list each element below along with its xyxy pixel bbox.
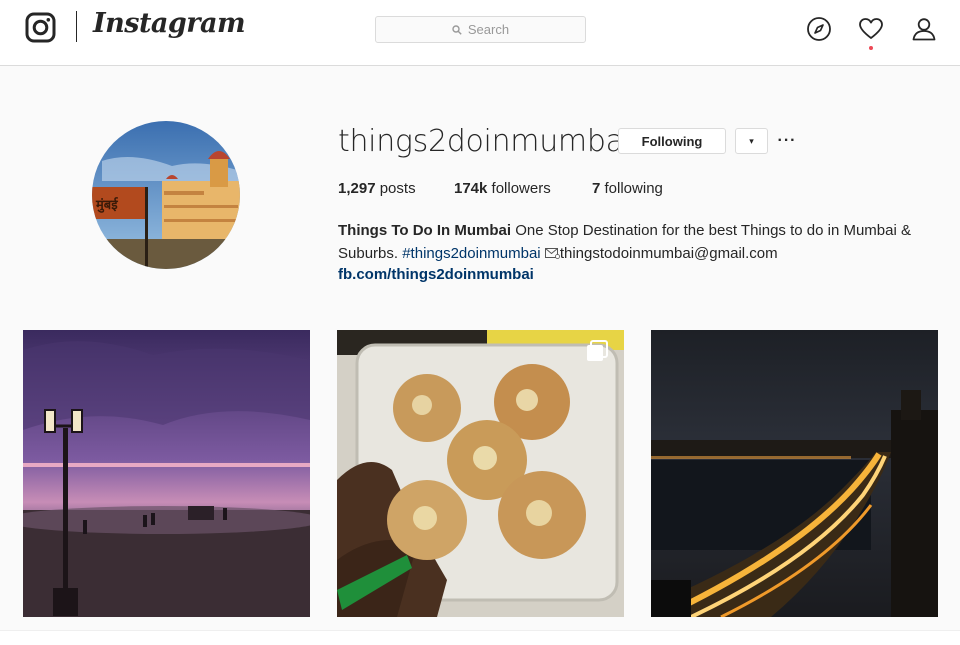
marine-drive-night-post[interactable]	[651, 330, 938, 617]
bio-email: thingstodoinmumbai@gmail.com	[559, 245, 778, 262]
following-stat[interactable]: 7 following	[592, 180, 663, 197]
compass-icon[interactable]	[806, 16, 832, 42]
profile-bio: Things To Do In Mumbai One Stop Destinat…	[338, 219, 948, 265]
bio-full-name: Things To Do In Mumbai	[338, 222, 512, 239]
profile-website-link[interactable]: fb.com/things2doinmumbai	[338, 266, 534, 283]
beach-sunset-post[interactable]	[23, 330, 310, 617]
followers-stat[interactable]: 174k followers	[454, 180, 551, 197]
following-button[interactable]: Following	[618, 128, 726, 154]
instagram-wordmark[interactable]: Instagram	[93, 8, 246, 39]
pani-puri-post[interactable]	[337, 330, 624, 617]
more-options-button[interactable]: ···	[776, 128, 798, 154]
avatar-sign-text: मुंबई	[95, 197, 119, 213]
search-input[interactable]: Search	[375, 16, 586, 43]
profile-username: things2doinmumbai	[338, 124, 632, 159]
triangle-down-icon: ▾	[749, 135, 754, 146]
search-icon	[452, 24, 462, 35]
bio-hashtag-link[interactable]: #things2doinmumbai	[402, 245, 540, 262]
logo-divider	[76, 11, 77, 42]
notification-dot	[869, 46, 873, 50]
ellipsis-icon: ···	[777, 132, 797, 149]
person-icon[interactable]	[911, 16, 937, 42]
bottom-bar	[0, 630, 960, 645]
profile-avatar[interactable]: मुंबई	[92, 121, 240, 269]
search-placeholder: Search	[467, 22, 510, 37]
heart-icon[interactable]	[858, 16, 884, 42]
envelope-icon	[544, 248, 560, 259]
suggestions-dropdown-button[interactable]: ▾	[735, 128, 768, 154]
camera-logo-icon[interactable]	[25, 12, 56, 43]
top-nav-bar: Instagram Search	[0, 0, 960, 66]
posts-stat: 1,297 posts	[338, 180, 416, 197]
